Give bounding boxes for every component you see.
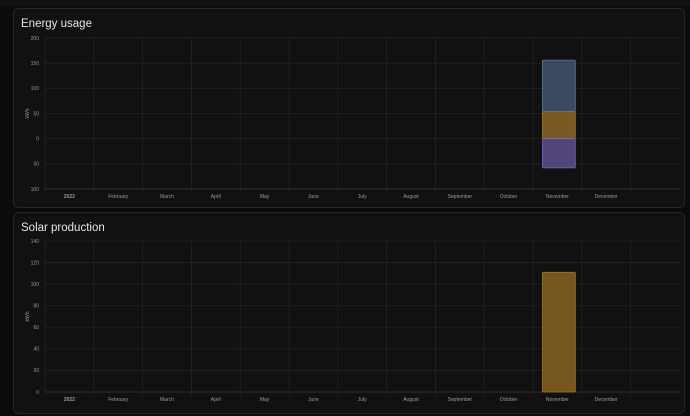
y-tick-label: 60 — [33, 325, 39, 331]
top-bar — [0, 0, 690, 6]
x-tick-label: February — [108, 194, 129, 200]
x-tick-label: 2022 — [64, 194, 75, 200]
x-tick-label: May — [260, 397, 270, 403]
y-tick-label: 50 — [33, 162, 39, 168]
x-tick-label: March — [160, 194, 174, 200]
x-tick-label: August — [403, 194, 419, 200]
energy-usage-card: Energy usage 200 150 100 50 0 50 100 2022 Februa… — [13, 8, 685, 208]
y-tick-label: 100 — [31, 187, 40, 193]
solar-production-chart: 140 120 100 80 60 40 20 0 2022 February March April… — [25, 239, 680, 403]
bar — [542, 111, 576, 140]
x-tick-label: 2022 — [64, 397, 75, 403]
energy-usage-chart: 200 150 100 50 0 50 100 2022 February March April M… — [25, 36, 680, 200]
x-tick-label: March — [160, 397, 174, 403]
y-axis-label: kWh — [25, 311, 31, 321]
bar — [542, 138, 576, 169]
x-tick-label: October — [500, 194, 518, 200]
y-tick-label: 100 — [31, 282, 40, 288]
y-tick-label: 100 — [31, 86, 40, 92]
y-tick-label: 140 — [31, 239, 40, 245]
x-tick-label: February — [108, 397, 129, 403]
solar-production-card: Solar production 140 120 100 80 60 40 20 0 2022 F… — [13, 212, 685, 414]
y-tick-label: 150 — [31, 61, 40, 67]
x-tick-label: September — [448, 397, 473, 403]
y-tick-label: 200 — [31, 36, 40, 42]
x-tick-label: August — [403, 397, 419, 403]
y-tick-label: 50 — [33, 111, 39, 117]
bar — [542, 271, 576, 393]
x-tick-label: July — [358, 397, 367, 403]
x-tick-label: December — [595, 397, 618, 403]
x-tick-label: June — [308, 397, 319, 403]
x-tick-label: November — [546, 397, 569, 403]
x-tick-label: September — [448, 194, 473, 200]
x-tick-label: December — [595, 194, 618, 200]
y-tick-label: 80 — [33, 304, 39, 310]
x-tick-label: July — [358, 194, 367, 200]
y-axis-label: kWh — [25, 108, 31, 118]
y-tick-label: 40 — [33, 347, 39, 353]
x-tick-label: November — [546, 194, 569, 200]
bar — [542, 59, 576, 112]
x-tick-label: June — [308, 194, 319, 200]
y-tick-label: 0 — [36, 390, 39, 396]
y-tick-label: 0 — [36, 136, 39, 142]
x-tick-label: April — [211, 397, 221, 403]
y-tick-label: 20 — [33, 368, 39, 374]
x-tick-label: May — [260, 194, 270, 200]
y-tick-label: 120 — [31, 260, 40, 266]
x-tick-label: October — [500, 397, 518, 403]
x-tick-label: April — [211, 194, 221, 200]
